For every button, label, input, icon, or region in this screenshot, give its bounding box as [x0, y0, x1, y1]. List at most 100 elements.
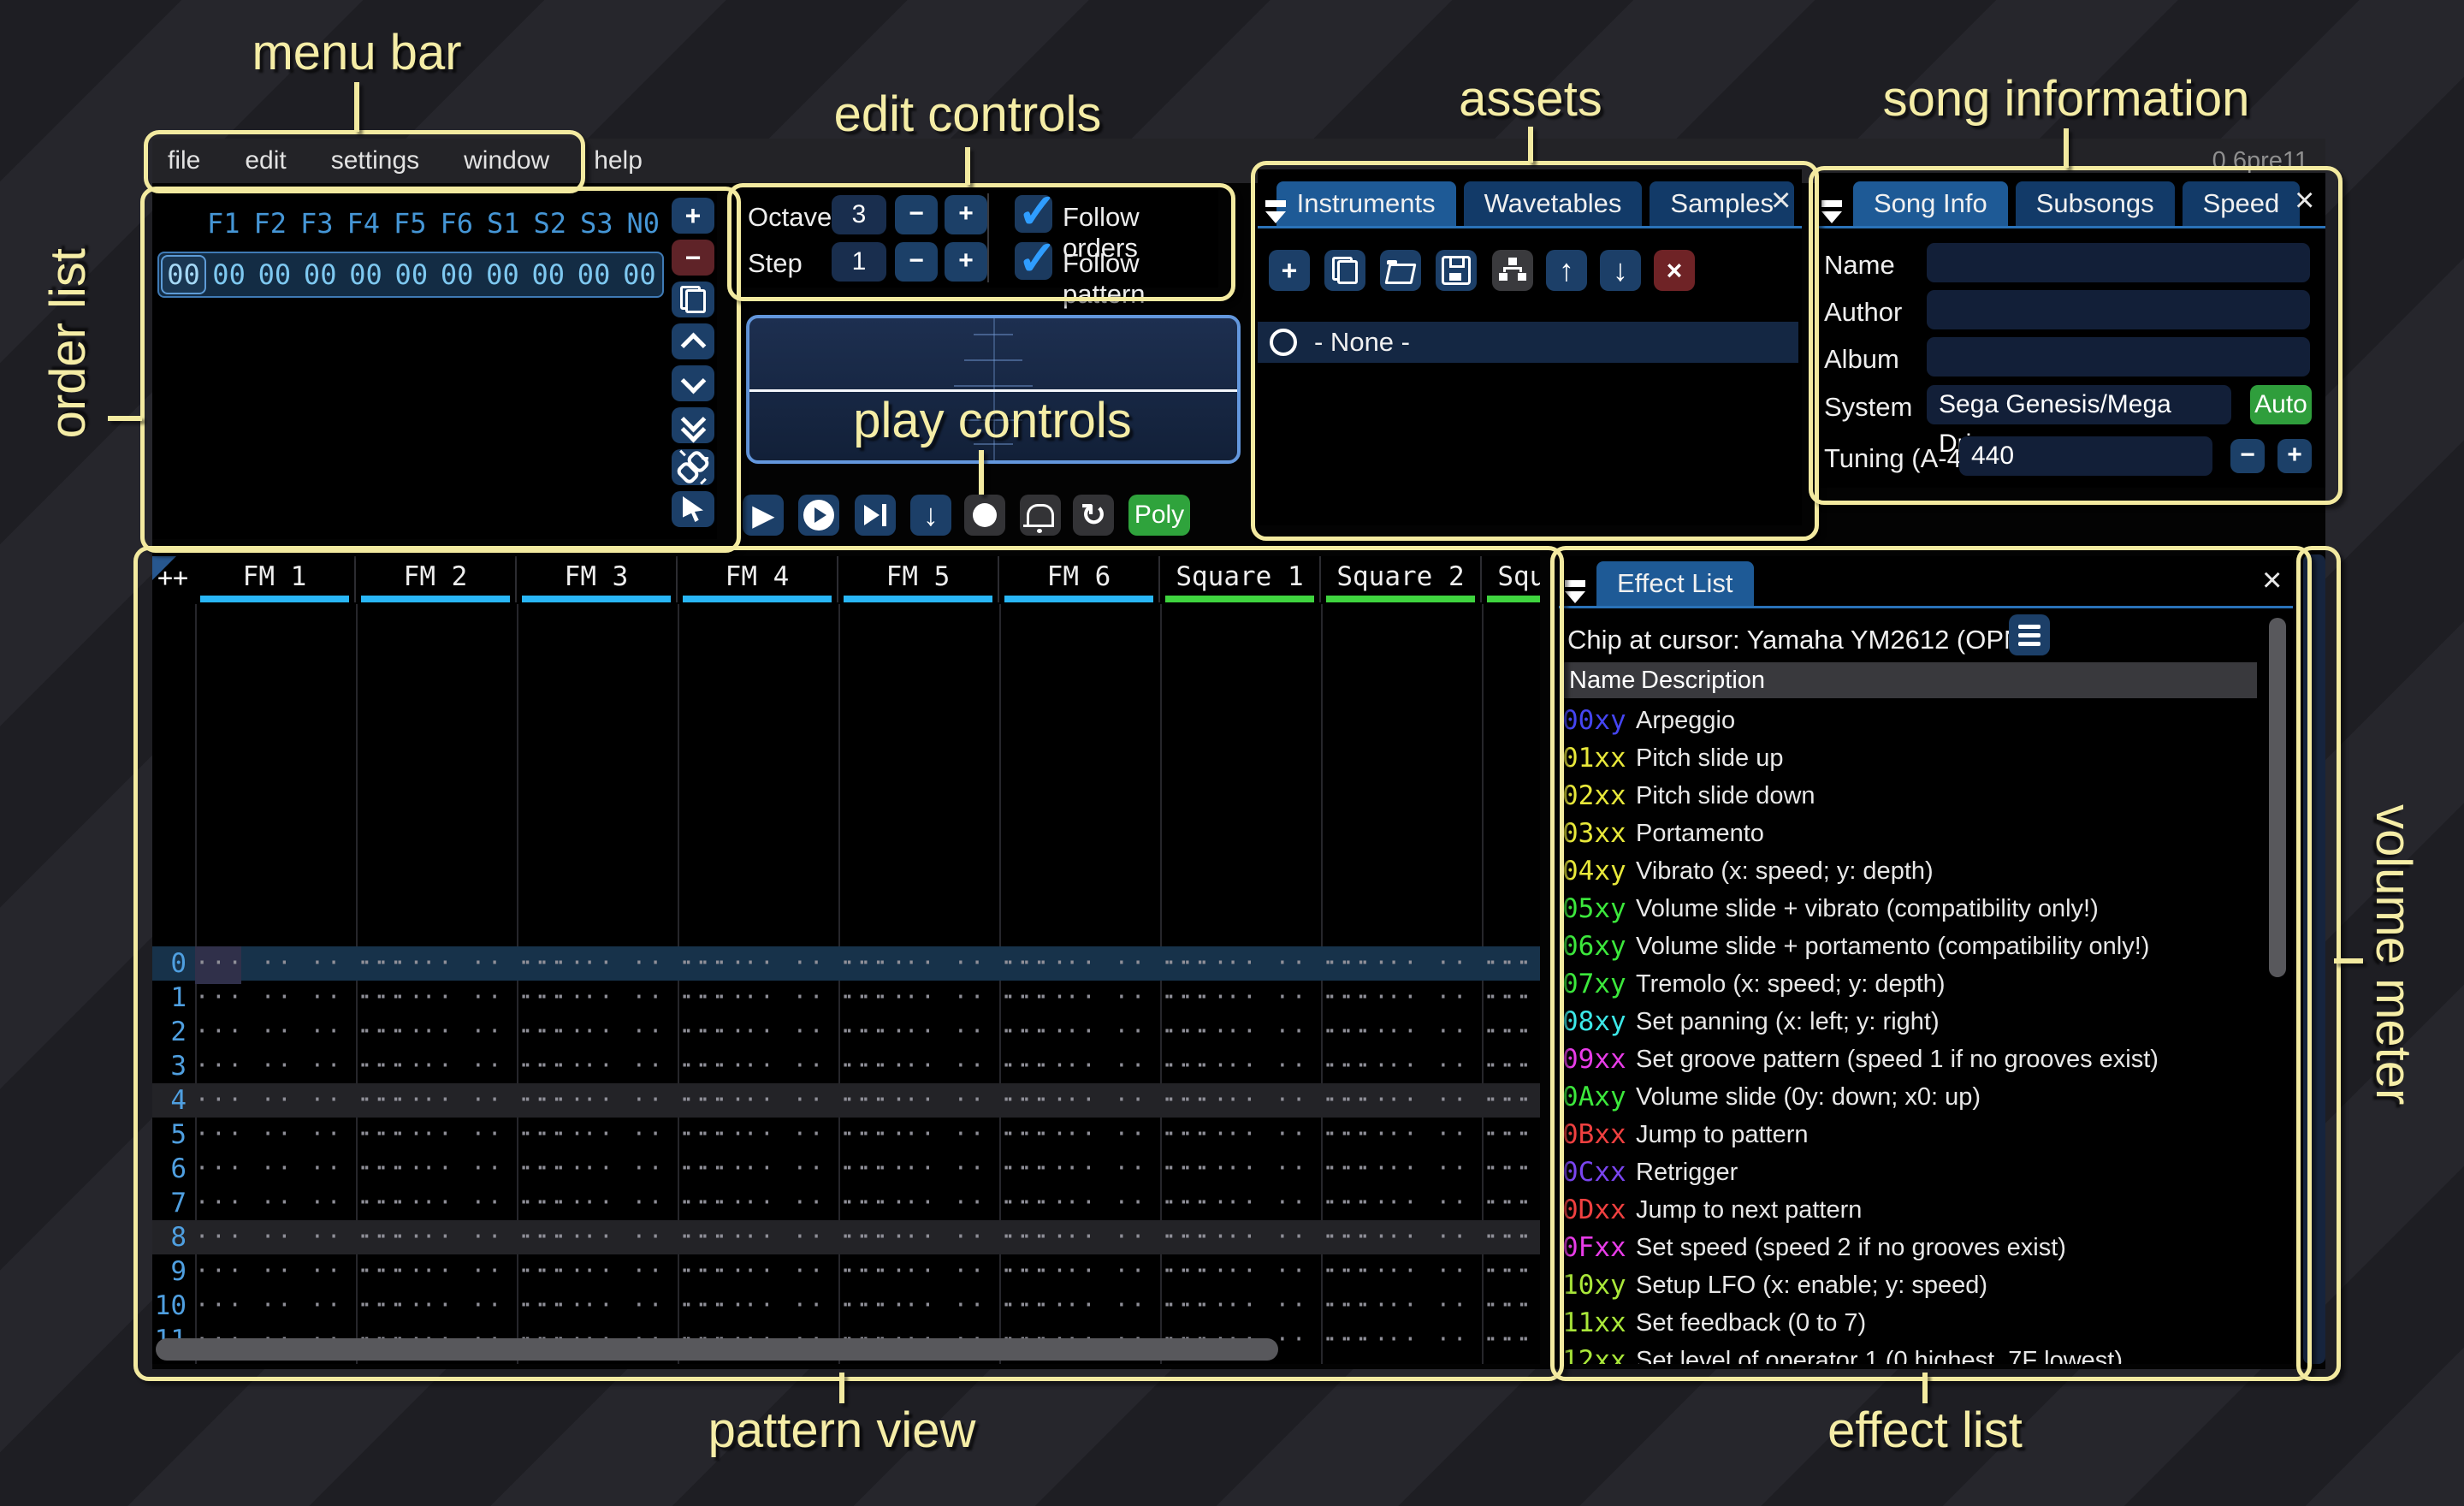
- pattern-cell[interactable]: ··· ·· ·· ····: [1482, 1289, 1540, 1326]
- asset-duplicate-button[interactable]: [1324, 250, 1365, 291]
- step-decrement-button[interactable]: −: [895, 242, 938, 282]
- pattern-row[interactable]: 6··· ·· ·· ······· ·· ·· ······· ·· ·· ·…: [152, 1152, 1540, 1186]
- pattern-cell[interactable]: ··· ·· ·· ····: [1482, 1015, 1540, 1052]
- collapse-icon[interactable]: [1562, 577, 1588, 606]
- pattern-cell[interactable]: ··· ·· ·· ····: [1160, 1118, 1321, 1155]
- order-cell[interactable]: 00: [617, 258, 662, 291]
- album-input[interactable]: [1927, 337, 2310, 376]
- order-deep-clone-button[interactable]: [672, 449, 714, 485]
- channel-header-square-3[interactable]: Square 3: [1482, 556, 1540, 602]
- pattern-cell[interactable]: ··· ·· ·· ····: [1160, 1220, 1321, 1258]
- pattern-cell[interactable]: ··· ·· ·· ····: [999, 1152, 1160, 1189]
- order-move-up-button[interactable]: [672, 323, 714, 359]
- asset-move-up-button[interactable]: ↑: [1546, 250, 1587, 291]
- pattern-cell[interactable]: ··· ·· ·· ····: [838, 1220, 999, 1258]
- play-button[interactable]: ▶: [743, 495, 784, 536]
- order-add-button[interactable]: +: [672, 198, 714, 234]
- pattern-cell[interactable]: ··· ·· ·· ····: [678, 1083, 838, 1121]
- close-icon[interactable]: ×: [1771, 183, 1791, 217]
- pattern-cell[interactable]: ··· ·· ·· ····: [1160, 1083, 1321, 1121]
- pattern-cell[interactable]: ··· ·· ·· ····: [999, 981, 1160, 1018]
- pattern-cell[interactable]: ··· ·· ·· ····: [195, 1083, 356, 1121]
- pattern-cell[interactable]: ··· ·· ·· ····: [517, 1118, 678, 1155]
- pattern-cell[interactable]: ··· ·· ·· ····: [356, 946, 517, 984]
- pattern-cell[interactable]: ··· ·· ·· ····: [517, 1220, 678, 1258]
- pattern-cell[interactable]: ··· ·· ·· ····: [517, 1289, 678, 1326]
- asset-save-button[interactable]: [1436, 250, 1477, 291]
- pattern-cell[interactable]: ··· ·· ·· ····: [1482, 1186, 1540, 1224]
- pattern-cell[interactable]: ··· ·· ·· ····: [1160, 981, 1321, 1018]
- repeat-pattern-button[interactable]: ↻: [1073, 495, 1114, 536]
- octave-value[interactable]: 3: [832, 195, 886, 234]
- pattern-cell[interactable]: ··· ·· ·· ····: [999, 1083, 1160, 1121]
- auto-system-button[interactable]: Auto: [2250, 385, 2312, 424]
- pattern-cell[interactable]: ··· ·· ·· ····: [1482, 1152, 1540, 1189]
- pattern-row[interactable]: 10··· ·· ·· ······· ·· ·· ······· ·· ·· …: [152, 1289, 1540, 1323]
- tab-speed[interactable]: Speed: [2183, 181, 2301, 226]
- pattern-cell[interactable]: ··· ·· ·· ····: [1160, 1254, 1321, 1292]
- play-from-cursor-button[interactable]: [798, 495, 839, 536]
- pattern-cell[interactable]: ··· ·· ·· ····: [1321, 1152, 1482, 1189]
- pattern-cell[interactable]: ··· ·· ·· ····: [1482, 1220, 1540, 1258]
- channel-header-fm-6[interactable]: FM 6: [999, 556, 1160, 602]
- pattern-row[interactable]: 8··· ·· ·· ······· ·· ·· ······· ·· ·· ·…: [152, 1220, 1540, 1254]
- pattern-cell[interactable]: ··· ·· ·· ····: [1482, 1323, 1540, 1361]
- pattern-row[interactable]: 9··· ·· ·· ······· ·· ·· ······· ·· ·· ·…: [152, 1254, 1540, 1289]
- pattern-cell[interactable]: ··· ·· ·· ····: [195, 981, 356, 1018]
- pattern-cell[interactable]: ··· ·· ·· ····: [517, 1186, 678, 1224]
- pattern-cell[interactable]: ··· ·· ·· ····: [1482, 946, 1540, 984]
- pattern-cell[interactable]: ··· ·· ·· ····: [1321, 1118, 1482, 1155]
- pattern-cell[interactable]: ··· ·· ·· ····: [1160, 946, 1321, 984]
- menu-item-edit[interactable]: edit: [245, 146, 286, 175]
- menu-item-help[interactable]: help: [594, 146, 643, 175]
- pattern-cell[interactable]: ··· ·· ·· ····: [356, 981, 517, 1018]
- order-cell[interactable]: 00: [298, 258, 343, 291]
- pattern-cell[interactable]: ··· ·· ·· ····: [1321, 1289, 1482, 1326]
- pattern-row[interactable]: 1··· ·· ·· ······· ·· ·· ······· ·· ·· ·…: [152, 981, 1540, 1015]
- play-one-row-button[interactable]: [855, 495, 896, 536]
- pattern-cell[interactable]: ··· ·· ·· ····: [1321, 1049, 1482, 1087]
- pattern-row[interactable]: 7··· ·· ·· ······· ·· ·· ······· ·· ·· ·…: [152, 1186, 1540, 1220]
- pattern-cell[interactable]: ··· ·· ·· ····: [838, 1289, 999, 1326]
- pattern-cell[interactable]: ··· ·· ·· ····: [678, 1289, 838, 1326]
- pattern-cell[interactable]: ··· ·· ·· ····: [1482, 1118, 1540, 1155]
- pattern-row[interactable]: 0··· ·· ·· ······· ·· ·· ······· ·· ·· ·…: [152, 946, 1540, 981]
- pattern-cell[interactable]: ··· ·· ·· ····: [838, 981, 999, 1018]
- step-value[interactable]: 1: [832, 242, 886, 282]
- pattern-cell[interactable]: ··· ·· ·· ····: [1321, 1015, 1482, 1052]
- pattern-cell[interactable]: ··· ·· ·· ····: [999, 946, 1160, 984]
- instrument-list-item[interactable]: - None -: [1258, 322, 1798, 363]
- channel-header-fm-2[interactable]: FM 2: [356, 556, 517, 602]
- follow-pattern-checkbox[interactable]: [1015, 242, 1052, 280]
- collapse-icon[interactable]: [1819, 197, 1845, 226]
- pattern-cell[interactable]: ··· ·· ·· ····: [678, 1186, 838, 1224]
- pattern-cell[interactable]: ··· ·· ·· ····: [195, 946, 356, 984]
- pattern-cell[interactable]: ··· ·· ·· ····: [678, 1049, 838, 1087]
- pattern-cell[interactable]: ··· ·· ·· ····: [356, 1186, 517, 1224]
- follow-orders-checkbox[interactable]: [1015, 195, 1052, 233]
- pattern-cell[interactable]: ··· ·· ·· ····: [1321, 1254, 1482, 1292]
- pattern-cell[interactable]: ··· ·· ·· ····: [195, 1049, 356, 1087]
- channel-header-fm-4[interactable]: FM 4: [678, 556, 838, 602]
- order-move-down-button[interactable]: [672, 365, 714, 401]
- channel-header-square-1[interactable]: Square 1: [1160, 556, 1321, 602]
- pattern-cell[interactable]: ··· ·· ·· ····: [678, 1118, 838, 1155]
- step-increment-button[interactable]: +: [945, 242, 987, 282]
- channel-header-square-2[interactable]: Square 2: [1321, 556, 1482, 602]
- pattern-cell[interactable]: ··· ·· ·· ····: [1482, 1049, 1540, 1087]
- pattern-cell[interactable]: ··· ·· ·· ····: [1321, 1186, 1482, 1224]
- pattern-cell[interactable]: ··· ·· ·· ····: [1160, 1186, 1321, 1224]
- pattern-cell[interactable]: ··· ·· ·· ····: [1160, 1152, 1321, 1189]
- author-input[interactable]: [1927, 290, 2310, 329]
- pattern-cell[interactable]: ··· ·· ·· ····: [999, 1015, 1160, 1052]
- pattern-cell[interactable]: ··· ·· ·· ····: [999, 1049, 1160, 1087]
- tab-instruments[interactable]: Instruments: [1276, 181, 1456, 226]
- asset-open-button[interactable]: [1380, 250, 1421, 291]
- pattern-row[interactable]: 5··· ·· ·· ······· ·· ·· ······· ·· ·· ·…: [152, 1118, 1540, 1152]
- name-input[interactable]: [1927, 243, 2310, 282]
- stop-button[interactable]: [964, 495, 1005, 536]
- close-icon[interactable]: ×: [2295, 183, 2314, 217]
- order-row[interactable]: 0000000000000000000000: [157, 252, 664, 298]
- menu-item-window[interactable]: window: [464, 146, 549, 175]
- pattern-cell[interactable]: ··· ·· ·· ····: [1321, 1323, 1482, 1361]
